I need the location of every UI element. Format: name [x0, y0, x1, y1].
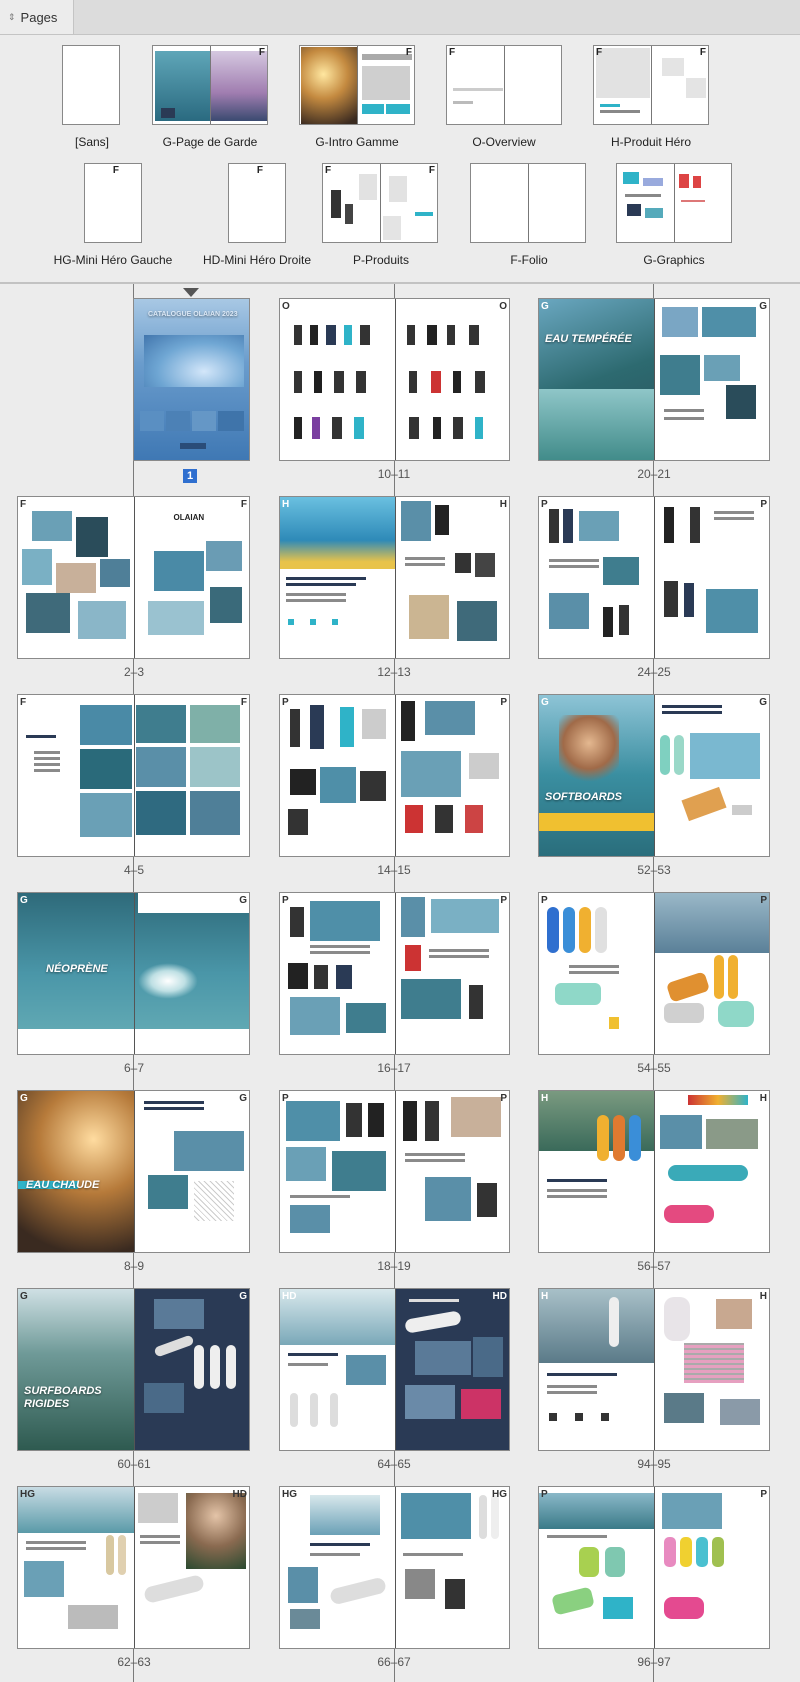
spread-96-97[interactable]: P P [538, 1486, 770, 1649]
master-label: H-Produit Héro [610, 135, 692, 149]
cover-title: CATALOGUE OLAIAN 2023 [148, 311, 238, 318]
section-title: SOFTBOARDS [545, 791, 622, 803]
spread-12-13[interactable]: H H [279, 496, 510, 659]
spread-label: 8–9 [123, 1259, 145, 1273]
master-thumbnail[interactable]: F [152, 45, 268, 125]
master-label: O-Overview [472, 135, 536, 149]
spread-1[interactable]: CATALOGUE OLAIAN 2023 [133, 298, 250, 461]
pages-panel-header: ⇕ Pages [0, 0, 800, 35]
spread-label: 6–7 [123, 1061, 145, 1075]
master-label: G-Graphics [643, 253, 705, 267]
master-thumbnail[interactable] [62, 45, 120, 125]
master-thumbnail[interactable]: F [84, 163, 142, 243]
spread-label: 64–65 [377, 1457, 411, 1471]
master-label: P-Produits [352, 253, 410, 267]
section-title: EAU TEMPÉRÉE [545, 333, 632, 345]
document-pages-section: CATALOGUE OLAIAN 2023 1 O O 10–11 G EAU … [0, 284, 800, 1682]
spread-2-3[interactable]: F F OLAIAN [17, 496, 250, 659]
spread-label: 18–19 [377, 1259, 411, 1273]
spread-54-55[interactable]: P P [538, 892, 770, 1055]
master-thumbnail[interactable]: F [228, 163, 286, 243]
spread-52-53[interactable]: G SOFTBOARDS G [538, 694, 770, 857]
spread-label: 94–95 [637, 1457, 671, 1471]
spread-label: 10–11 [377, 467, 411, 481]
spread-label: 56–57 [637, 1259, 671, 1273]
section-title: EAU CHAUDE [26, 1179, 100, 1191]
insertion-indicator [183, 288, 199, 297]
brand-logo: OLAIAN [173, 513, 205, 522]
spread-24-25[interactable]: P P [538, 496, 770, 659]
master-thumbnail[interactable]: F F [593, 45, 709, 125]
spread-10-11[interactable]: O O [279, 298, 510, 461]
spread-8-9[interactable]: G EAU CHAUDE G [17, 1090, 250, 1253]
master-thumbnail[interactable]: F [299, 45, 415, 125]
spread-label: 96–97 [637, 1655, 671, 1669]
master-label: G-Page de Garde [162, 135, 258, 149]
spread-18-19[interactable]: P P [279, 1090, 510, 1253]
spread-label: 66–67 [377, 1655, 411, 1669]
spread-20-21[interactable]: G EAU TEMPÉRÉE G [538, 298, 770, 461]
spread-label: 62–63 [117, 1655, 151, 1669]
master-pages-section: [Sans] F G-Page de Garde F G-Intro Gamme [0, 35, 800, 284]
master-thumbnail[interactable]: F F [322, 163, 438, 243]
section-title: SURFBOARDS RIGIDES [24, 1385, 102, 1410]
spread-label: 52–53 [637, 863, 671, 877]
spread-label: 20–21 [637, 467, 671, 481]
spread-label: 54–55 [637, 1061, 671, 1075]
spread-6-7[interactable]: G G NÉOPRÈNE [17, 892, 250, 1055]
spread-94-95[interactable]: H H [538, 1288, 770, 1451]
tab-label: Pages [20, 9, 58, 25]
spread-16-17[interactable]: P P [279, 892, 510, 1055]
section-title: NÉOPRÈNE [46, 963, 108, 975]
spread-56-57[interactable]: H H [538, 1090, 770, 1253]
selected-page-number[interactable]: 1 [183, 469, 197, 483]
spread-label: 12–13 [377, 665, 411, 679]
spread-label: 16–17 [377, 1061, 411, 1075]
spread-label: 4–5 [123, 863, 145, 877]
spread-label: 2–3 [123, 665, 145, 679]
spread-60-61[interactable]: G SURFBOARDS RIGIDES G [17, 1288, 250, 1451]
spread-14-15[interactable]: P P [279, 694, 510, 857]
spread-62-63[interactable]: HG HD [17, 1486, 250, 1649]
spread-label: 14–15 [377, 863, 411, 877]
spread-64-65[interactable]: HD HD [279, 1288, 510, 1451]
spread-label: 24–25 [637, 665, 671, 679]
spread-label: 60–61 [117, 1457, 151, 1471]
master-thumbnail[interactable] [470, 163, 586, 243]
master-thumbnail[interactable]: F [446, 45, 562, 125]
master-thumbnail[interactable] [616, 163, 732, 243]
master-label: G-Intro Gamme [315, 135, 399, 149]
collapse-chevron-icon[interactable]: ⇕ [8, 12, 16, 22]
spread-4-5[interactable]: F F [17, 694, 250, 857]
tab-pages[interactable]: ⇕ Pages [0, 0, 74, 34]
spread-66-67[interactable]: HG HG [279, 1486, 510, 1649]
